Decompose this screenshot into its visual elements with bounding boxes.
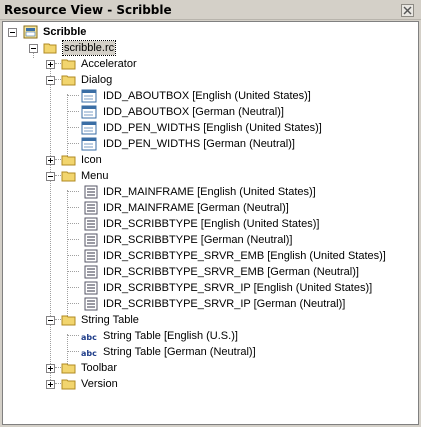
string-table-icon: abc <box>81 333 97 342</box>
tree-node-string-item[interactable]: abc String Table [German (Neutral)] <box>3 344 303 360</box>
menu-icon <box>84 297 98 311</box>
collapse-toggle[interactable] <box>46 316 55 325</box>
tree-label: Accelerator <box>81 58 137 70</box>
folder-open-icon <box>61 75 76 86</box>
folder-open-icon <box>61 315 76 326</box>
expand-toggle[interactable] <box>46 60 55 69</box>
title-bar: Resource View - Scribble <box>0 0 421 20</box>
tree-label: Version <box>81 378 118 390</box>
tree-node-dialog-item[interactable]: IDD_PEN_WIDTHS [English (United States)] <box>3 120 403 136</box>
tree-node-scribble-rc[interactable]: scribble.rc <box>3 40 203 56</box>
tree-label: scribble.rc <box>61 40 117 56</box>
resource-view-panel: Resource View - Scribble Scribble scribb… <box>0 0 421 427</box>
menu-icon <box>84 217 98 231</box>
tree-label: String Table [German (Neutral)] <box>103 346 256 358</box>
expand-toggle[interactable] <box>46 380 55 389</box>
tree-node-string-table[interactable]: String Table <box>3 312 203 328</box>
dialog-icon <box>81 105 97 119</box>
folder-open-icon <box>43 43 57 54</box>
menu-icon <box>84 233 98 247</box>
collapse-toggle[interactable] <box>8 28 17 37</box>
window-title: Resource View - Scribble <box>4 3 172 17</box>
dialog-icon <box>81 89 97 103</box>
folder-icon <box>61 59 76 70</box>
dialog-icon <box>81 137 97 151</box>
tree-node-string-item[interactable]: abc String Table [English (U.S.)] <box>3 328 303 344</box>
tree-label: IDR_MAINFRAME [English (United States)] <box>103 186 316 198</box>
menu-icon <box>84 201 98 215</box>
tree-node-menu-item[interactable]: IDR_MAINFRAME [English (United States)] <box>3 184 403 200</box>
tree-label: IDD_ABOUTBOX [German (Neutral)] <box>103 106 284 118</box>
collapse-toggle[interactable] <box>46 76 55 85</box>
tree-label: IDR_SCRIBBTYPE_SRVR_IP [English (United … <box>103 282 373 294</box>
svg-text:abc: abc <box>81 333 97 342</box>
tree-label: Toolbar <box>81 362 118 374</box>
tree-label: String Table [English (U.S.)] <box>103 330 238 342</box>
tree-label: Menu <box>81 170 109 182</box>
menu-icon <box>84 265 98 279</box>
collapse-toggle[interactable] <box>46 172 55 181</box>
tree-node-menu-item[interactable]: IDR_MAINFRAME [German (Neutral)] <box>3 200 403 216</box>
close-icon <box>403 6 412 15</box>
tree-node-dialog-item[interactable]: IDD_ABOUTBOX [English (United States)] <box>3 88 403 104</box>
tree-node-menu-item[interactable]: IDR_SCRIBBTYPE_SRVR_EMB [German (Neutral… <box>3 264 403 280</box>
tree-node-version[interactable]: Version <box>3 376 203 392</box>
tree-node-accelerator[interactable]: Accelerator <box>3 56 203 72</box>
expand-toggle[interactable] <box>46 156 55 165</box>
tree-node-menu-item[interactable]: IDR_SCRIBBTYPE_SRVR_IP [German (Neutral)… <box>3 296 403 312</box>
string-table-icon: abc <box>81 349 97 358</box>
tree-node-dialog-item[interactable]: IDD_ABOUTBOX [German (Neutral)] <box>3 104 403 120</box>
tree-node-menu-item[interactable]: IDR_SCRIBBTYPE_SRVR_IP [English (United … <box>3 280 403 296</box>
folder-icon <box>61 379 76 390</box>
tree-node-dialog-item[interactable]: IDD_PEN_WIDTHS [German (Neutral)] <box>3 136 403 152</box>
tree-label: IDD_PEN_WIDTHS [English (United States)] <box>103 122 322 134</box>
menu-icon <box>84 281 98 295</box>
dialog-icon <box>81 121 97 135</box>
folder-icon <box>61 155 76 166</box>
project-icon <box>23 25 38 39</box>
tree-label: IDR_SCRIBBTYPE [German (Neutral)] <box>103 234 293 246</box>
expand-toggle[interactable] <box>46 364 55 373</box>
folder-open-icon <box>61 171 76 182</box>
tree-label: IDR_SCRIBBTYPE_SRVR_IP [German (Neutral)… <box>103 298 346 310</box>
tree-node-menu-item[interactable]: IDR_SCRIBBTYPE [German (Neutral)] <box>3 232 403 248</box>
tree-label: String Table <box>81 314 139 326</box>
tree-node-toolbar[interactable]: Toolbar <box>3 360 203 376</box>
tree-label: Scribble <box>43 26 87 38</box>
tree-node-menu-item[interactable]: IDR_SCRIBBTYPE [English (United States)] <box>3 216 403 232</box>
menu-icon <box>84 185 98 199</box>
tree-label: IDR_MAINFRAME [German (Neutral)] <box>103 202 289 214</box>
folder-icon <box>61 363 76 374</box>
tree-label: IDR_SCRIBBTYPE_SRVR_EMB [German (Neutral… <box>103 266 359 278</box>
tree-label: Icon <box>81 154 102 166</box>
tree-node-dialog[interactable]: Dialog <box>3 72 203 88</box>
tree-node-scribble[interactable]: Scribble <box>3 24 203 40</box>
svg-text:abc: abc <box>81 349 97 358</box>
collapse-toggle[interactable] <box>29 44 38 53</box>
close-button[interactable] <box>401 4 414 17</box>
tree-label: IDD_PEN_WIDTHS [German (Neutral)] <box>103 138 295 150</box>
tree-node-icon[interactable]: Icon <box>3 152 203 168</box>
tree-label: IDD_ABOUTBOX [English (United States)] <box>103 90 311 102</box>
tree-label: IDR_SCRIBBTYPE_SRVR_EMB [English (United… <box>103 250 386 262</box>
resource-tree[interactable]: Scribble scribble.rc Accelerator Dialog <box>2 21 419 425</box>
tree-label: IDR_SCRIBBTYPE [English (United States)] <box>103 218 320 230</box>
tree-node-menu-item[interactable]: IDR_SCRIBBTYPE_SRVR_EMB [English (United… <box>3 248 413 264</box>
tree-node-menu[interactable]: Menu <box>3 168 203 184</box>
menu-icon <box>84 249 98 263</box>
tree-label: Dialog <box>81 74 113 86</box>
